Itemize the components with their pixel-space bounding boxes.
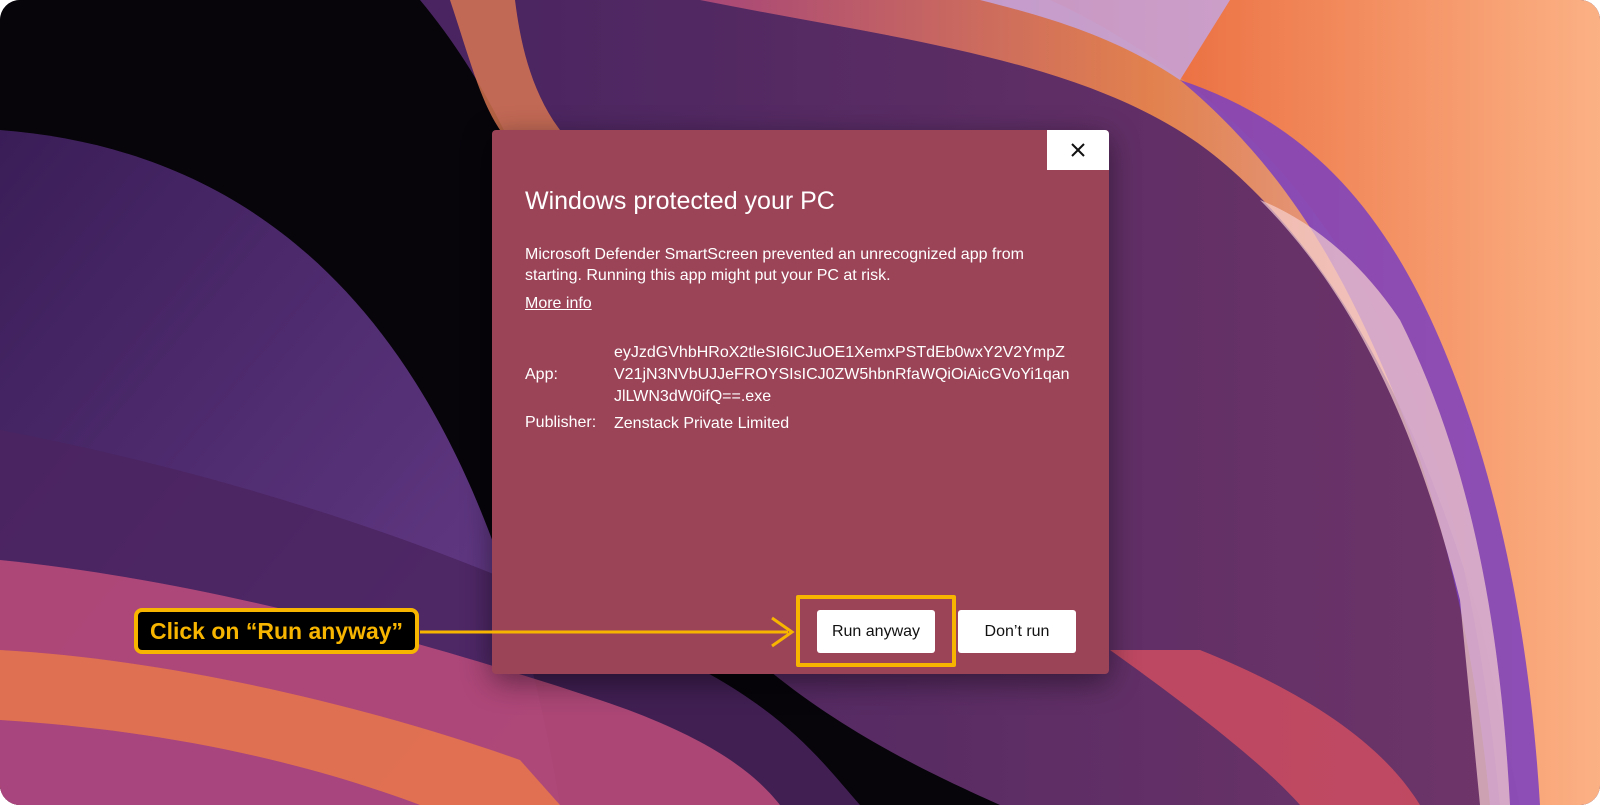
app-value: eyJzdGVhbHRoX2tleSI6ICJuOE1XemxPSTdEb0wx… <box>614 344 1070 405</box>
smartscreen-dialog: Windows protected your PC Microsoft Defe… <box>492 130 1109 674</box>
close-icon <box>1071 143 1085 157</box>
close-button[interactable] <box>1047 130 1109 170</box>
dont-run-button[interactable]: Don’t run <box>958 610 1076 653</box>
app-label: App: <box>525 366 558 383</box>
publisher-value: Zenstack Private Limited <box>614 415 790 432</box>
desktop-screen: Windows protected your PC Microsoft Defe… <box>0 0 1600 805</box>
dialog-title: Windows protected your PC <box>525 187 835 215</box>
instruction-callout: Click on “Run anyway” <box>134 608 420 654</box>
dialog-message: Microsoft Defender SmartScreen prevented… <box>525 246 1024 284</box>
run-anyway-highlight <box>796 595 956 667</box>
callout-arrow <box>420 616 795 648</box>
publisher-label: Publisher: <box>525 414 597 431</box>
more-info-link[interactable]: More info <box>525 295 592 313</box>
